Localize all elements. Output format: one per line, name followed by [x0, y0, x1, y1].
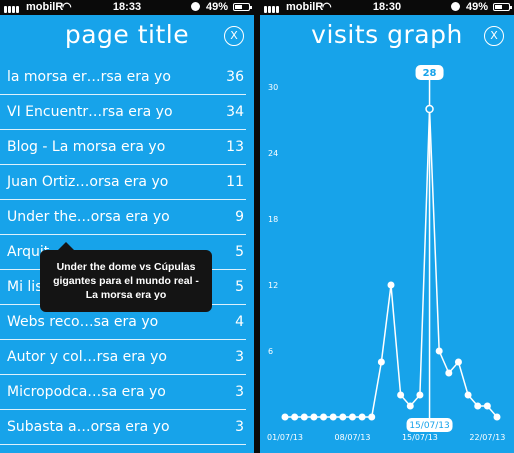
- y-tick-label: 12: [268, 281, 278, 290]
- page-tooltip: Under the dome vs Cúpulas gigantes para …: [40, 242, 212, 312]
- data-point: [493, 413, 501, 421]
- list-item[interactable]: VI Encuentr…rsa era yo 34: [0, 95, 246, 130]
- visit-count: 9: [235, 209, 244, 225]
- data-point: [435, 347, 443, 355]
- data-point: [339, 413, 347, 421]
- x-tick-label: 01/07/13: [267, 433, 303, 442]
- page-title: page title: [64, 20, 190, 49]
- visit-count: 34: [226, 104, 244, 120]
- visit-count: 3: [235, 419, 244, 435]
- tooltip-line: gigantes para el mundo real -: [53, 275, 199, 287]
- data-point: [416, 391, 424, 399]
- page-name: Juan Ortiz…orsa era yo: [7, 174, 169, 190]
- visits-graph-screen: mobilR ◠ 18:30 49% visits graph X 30 24 18…: [260, 0, 514, 453]
- list-item[interactable]: Under the…orsa era yo 9: [0, 200, 246, 235]
- battery-percent: 49%: [205, 1, 228, 13]
- tooltip-line: La morsa era yo: [85, 289, 167, 301]
- data-point: [348, 413, 356, 421]
- data-point: [474, 402, 482, 410]
- page-name: Autor y col…rsa era yo: [7, 349, 167, 365]
- data-point: [454, 358, 462, 366]
- data-point: [387, 281, 395, 289]
- visit-count: 3: [235, 349, 244, 365]
- data-point: [368, 413, 376, 421]
- data-point-selected: [425, 104, 434, 114]
- tooltip-line: Under the dome vs Cúpulas: [56, 261, 196, 273]
- page-name: la morsa er…rsa era yo: [7, 69, 171, 85]
- list-item[interactable]: Subasta a…orsa era yo 3: [0, 410, 246, 445]
- data-point: [464, 391, 472, 399]
- series-line: [285, 108, 498, 418]
- data-point: [358, 413, 366, 421]
- y-tick-label: 24: [268, 149, 278, 158]
- close-button[interactable]: X: [224, 26, 244, 46]
- page-name: Webs reco…sa era yo: [7, 314, 159, 330]
- data-point: [291, 413, 299, 421]
- list-item[interactable]: la morsa er…rsa era yo 36: [0, 60, 246, 95]
- list-item[interactable]: Autor y col…rsa era yo 3: [0, 340, 246, 375]
- list-item[interactable]: Micropodca…sa era yo 3: [0, 375, 246, 410]
- page-title-screen: mobilR ◠ 18:33 49% page title X la morsa…: [0, 0, 254, 453]
- visit-count: 13: [226, 139, 244, 155]
- data-point: [320, 413, 328, 421]
- x-tick-label: 08/07/13: [334, 433, 370, 442]
- visit-count: 11: [226, 174, 244, 190]
- y-tick-label: 6: [268, 347, 273, 356]
- rotation-lock-icon: [191, 2, 200, 11]
- visit-count: 36: [226, 69, 244, 85]
- list-item[interactable]: Blog - La morsa era yo 13: [0, 130, 246, 165]
- x-tick-label: 22/07/13: [469, 433, 505, 442]
- y-tick-label: 18: [268, 215, 278, 224]
- data-point: [377, 358, 385, 366]
- status-bar: mobilR ◠ 18:33 49%: [0, 0, 254, 15]
- page-name: VI Encuentr…rsa era yo: [7, 104, 173, 120]
- visits-chart[interactable]: 30 24 18 12 6 01/07/13 08/07/13 15/07/13 22/07/1…: [260, 0, 514, 453]
- visit-count: 5: [235, 244, 244, 260]
- page-name: Blog - La morsa era yo: [7, 139, 166, 155]
- page-name: Micropodca…sa era yo: [7, 384, 166, 400]
- y-tick-label: 30: [268, 83, 278, 92]
- data-point: [397, 391, 405, 399]
- visit-count: 3: [235, 384, 244, 400]
- page-name: Subasta a…orsa era yo: [7, 419, 170, 435]
- data-point: [310, 413, 318, 421]
- x-tick-label: 15/07/13: [402, 433, 438, 442]
- data-point: [300, 413, 308, 421]
- visit-count: 4: [235, 314, 244, 330]
- page-name: Under the…orsa era yo: [7, 209, 170, 225]
- data-point: [445, 369, 453, 377]
- value-bubble-label: 28: [423, 68, 437, 79]
- data-point: [329, 413, 337, 421]
- battery-icon: [233, 3, 252, 11]
- date-bubble-label: 15/07/13: [409, 421, 449, 431]
- list-item[interactable]: Juan Ortiz…orsa era yo 11: [0, 165, 246, 200]
- data-point: [483, 402, 491, 410]
- data-point: [406, 402, 414, 410]
- data-point: [281, 413, 289, 421]
- visit-count: 5: [235, 279, 244, 295]
